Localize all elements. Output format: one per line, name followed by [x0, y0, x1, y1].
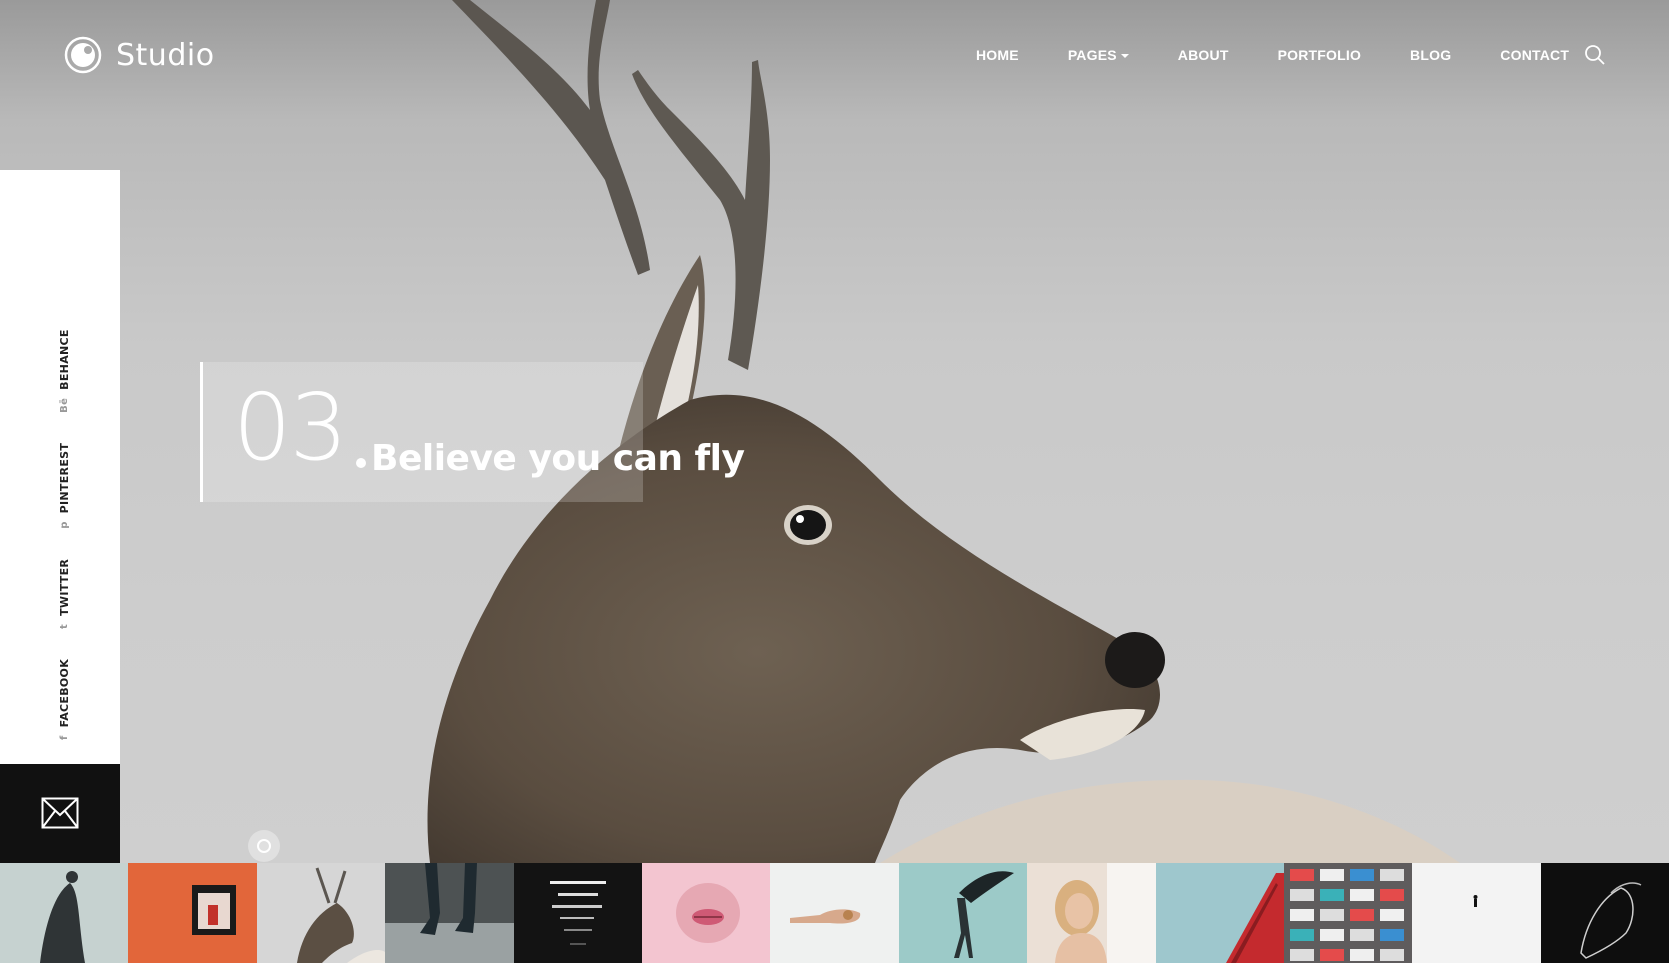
- social-behance[interactable]: Bē BEHANCE: [58, 329, 71, 413]
- nav-pages-label: PAGES: [1067, 47, 1117, 63]
- thumbnail-image: [513, 863, 642, 963]
- thumbnail-5[interactable]: [513, 863, 642, 963]
- thumbnail-image: [898, 863, 1028, 963]
- site-header: Studio HOME PAGES ABOUT PORTFOLIO BLOG C…: [0, 0, 1669, 110]
- mail-icon: [41, 797, 79, 829]
- thumbnail-11[interactable]: [1283, 863, 1413, 963]
- logo-icon: [64, 36, 102, 74]
- thumbnail-8[interactable]: [898, 863, 1028, 963]
- pinterest-icon: p: [59, 521, 70, 529]
- thumbnail-7[interactable]: [770, 863, 899, 963]
- nav-pages[interactable]: PAGES: [1068, 47, 1129, 63]
- slide-caption: Believe you can fly: [371, 438, 745, 479]
- social-facebook-label: FACEBOOK: [58, 658, 71, 728]
- thumbnail-image: [385, 863, 514, 963]
- thumbnail-image: [1283, 863, 1413, 963]
- thumbnail-image: [1412, 863, 1541, 963]
- main-nav: HOME PAGES ABOUT PORTFOLIO BLOG CONTACT: [976, 47, 1618, 63]
- thumbnail-3[interactable]: [256, 863, 386, 963]
- caret-down-icon: [1120, 54, 1129, 59]
- thumbnail-image: [256, 863, 386, 963]
- thumbnail-10[interactable]: [1155, 863, 1284, 963]
- social-links: f FACEBOOK t TWITTER p PINTEREST Bē BEHANCE: [58, 299, 71, 740]
- caption-dot: [356, 458, 366, 468]
- social-twitter-label: TWITTER: [58, 558, 71, 616]
- thumbnail-9[interactable]: [1027, 863, 1156, 963]
- brand-logo[interactable]: Studio: [64, 36, 215, 74]
- nav-portfolio[interactable]: PORTFOLIO: [1278, 47, 1361, 63]
- thumbnail-1[interactable]: [0, 863, 129, 963]
- thumbnail-image: [128, 863, 257, 963]
- slider-indicator[interactable]: [248, 830, 280, 862]
- thumbnail-12[interactable]: [1412, 863, 1541, 963]
- social-behance-label: BEHANCE: [58, 329, 71, 390]
- mail-button[interactable]: [0, 764, 120, 864]
- thumbnail-6[interactable]: [641, 863, 771, 963]
- social-pinterest[interactable]: p PINTEREST: [58, 443, 71, 529]
- thumbnail-4[interactable]: [385, 863, 514, 963]
- nav-home[interactable]: HOME: [976, 47, 1019, 63]
- hero-caption: 03 Believe you can fly: [200, 362, 745, 502]
- thumbnail-strip: [0, 863, 1669, 963]
- social-facebook[interactable]: f FACEBOOK: [58, 659, 71, 740]
- social-sidebar: f FACEBOOK t TWITTER p PINTEREST Bē BEHANCE: [0, 170, 120, 764]
- thumbnail-13[interactable]: [1540, 863, 1669, 963]
- thumbnail-image: [1027, 863, 1156, 963]
- brand-name: Studio: [116, 37, 215, 73]
- social-pinterest-label: PINTEREST: [58, 442, 71, 514]
- slide-number: 03: [233, 374, 348, 481]
- thumbnail-image: [0, 863, 129, 963]
- thumbnail-image: [770, 863, 899, 963]
- search-icon[interactable]: [1584, 44, 1606, 66]
- social-twitter[interactable]: t TWITTER: [58, 559, 71, 629]
- nav-about[interactable]: ABOUT: [1178, 47, 1229, 63]
- facebook-icon: f: [59, 735, 70, 740]
- thumbnail-image: [641, 863, 771, 963]
- thumbnail-image: [1540, 863, 1669, 963]
- thumbnail-image: [1155, 863, 1284, 963]
- twitter-icon: t: [59, 623, 70, 629]
- nav-blog[interactable]: BLOG: [1410, 47, 1451, 63]
- nav-contact[interactable]: CONTACT: [1500, 47, 1569, 63]
- behance-icon: Bē: [59, 397, 70, 413]
- thumbnail-2[interactable]: [128, 863, 257, 963]
